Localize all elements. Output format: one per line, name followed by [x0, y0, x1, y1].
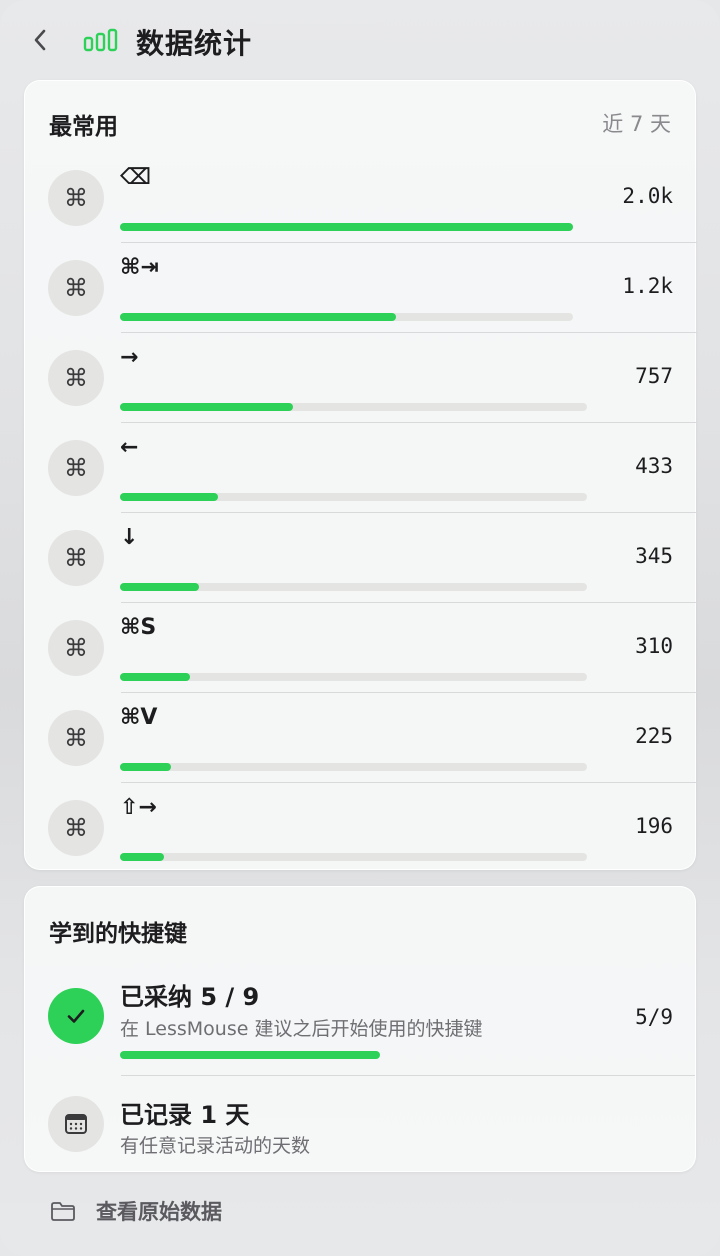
- usage-count: 1.2k: [622, 274, 673, 298]
- command-icon: ⌘: [48, 620, 104, 676]
- command-icon: ⌘: [48, 800, 104, 856]
- adopted-title: 已采纳 5 / 9: [120, 983, 260, 1011]
- adopted-count: 5/9: [635, 1005, 673, 1029]
- view-raw-data-label: 查看原始数据: [96, 1200, 222, 1224]
- shortcut-row: ⌘ ⇧→ 196: [25, 783, 697, 873]
- header: 数据统计: [0, 0, 720, 80]
- most-used-title: 最常用: [49, 114, 118, 140]
- shortcut-keys: ⇧→: [120, 795, 157, 820]
- shortcut-keys: ⌫: [120, 165, 152, 190]
- shortcut-row: ⌘ ⌘V 225: [25, 693, 697, 783]
- adopted-subtitle: 在 LessMouse 建议之后开始使用的快捷键: [120, 1018, 483, 1040]
- usage-bar: [120, 223, 573, 231]
- usage-bar: [120, 673, 587, 681]
- usage-count: 757: [635, 364, 673, 388]
- usage-bar-fill: [120, 853, 164, 861]
- usage-bar-fill: [120, 403, 293, 411]
- shortcut-row: ⌘ → 757: [25, 333, 697, 423]
- shortcut-row: ⌘ ⌘⇥ 1.2k: [25, 243, 697, 333]
- calendar-icon: [48, 1096, 104, 1152]
- usage-bar-fill: [120, 493, 218, 501]
- back-button[interactable]: [26, 24, 54, 56]
- command-icon: ⌘: [48, 710, 104, 766]
- command-icon: ⌘: [48, 440, 104, 496]
- shortcut-keys: ⌘⇥: [120, 255, 159, 280]
- usage-count: 310: [635, 634, 673, 658]
- usage-bar-fill: [120, 763, 171, 771]
- chevron-left-icon: [34, 29, 46, 51]
- usage-bar: [120, 493, 587, 501]
- most-used-card: 最常用 近 7 天 ⌘ ⌫ 2.0k ⌘ ⌘⇥ 1.2k ⌘ → 757 ⌘ ← 433 ⌘ ↓ 345 ⌘ ⌘…: [24, 80, 697, 873]
- shortcut-row: ⌘ ↓ 345: [25, 513, 697, 603]
- shortcut-keys: ←: [120, 435, 139, 460]
- learned-title: 学到的快捷键: [49, 921, 187, 947]
- usage-count: 196: [635, 814, 673, 838]
- usage-bar-fill: [120, 313, 396, 321]
- shortcut-keys: ⌘V: [120, 705, 158, 730]
- usage-bar: [120, 403, 587, 411]
- view-raw-data-link[interactable]: 查看原始数据: [50, 1195, 222, 1227]
- shortcut-keys: ⌘S: [120, 615, 157, 640]
- shortcut-keys: →: [120, 345, 139, 370]
- usage-bar: [120, 583, 587, 591]
- command-icon: ⌘: [48, 170, 104, 226]
- usage-bar: [120, 313, 573, 321]
- learned-shortcuts-card: 学到的快捷键 已采纳 5 / 9 在 LessMouse 建议之后开始使用的快捷…: [24, 886, 696, 1172]
- usage-count: 345: [635, 544, 673, 568]
- checkmark-icon: [48, 988, 104, 1044]
- folder-icon: [51, 1202, 75, 1221]
- adopted-row: 已采纳 5 / 9 在 LessMouse 建议之后开始使用的快捷键 5/9: [25, 963, 697, 1077]
- shortcut-keys: ↓: [120, 525, 139, 550]
- usage-bar: [120, 853, 587, 861]
- days-title: 已记录 1 天: [120, 1101, 250, 1129]
- command-icon: ⌘: [48, 260, 104, 316]
- command-icon: ⌘: [48, 350, 104, 406]
- command-icon: ⌘: [48, 530, 104, 586]
- adopted-progress-fill: [120, 1051, 380, 1059]
- usage-bar-fill: [120, 223, 573, 231]
- stats-window: 数据统计 最常用 近 7 天 ⌘ ⌫ 2.0k ⌘ ⌘⇥ 1.2k ⌘ → 757 ⌘ ← 433 ⌘ ↓…: [0, 0, 720, 1256]
- days-recorded-row: 已记录 1 天 有任意记录活动的天数: [25, 1083, 697, 1167]
- range-label: 近 7 天: [602, 112, 671, 136]
- shortcut-row: ⌘ ⌘S 310: [25, 603, 697, 693]
- usage-bar-fill: [120, 583, 199, 591]
- usage-count: 433: [635, 454, 673, 478]
- usage-count: 2.0k: [622, 184, 673, 208]
- bar-chart-icon: [83, 28, 118, 52]
- usage-bar: [120, 763, 587, 771]
- usage-bar-fill: [120, 673, 190, 681]
- page-title: 数据统计: [136, 27, 253, 60]
- usage-count: 225: [635, 724, 673, 748]
- adopted-progress-bar: [120, 1051, 587, 1059]
- shortcut-row: ⌘ ← 433: [25, 423, 697, 513]
- shortcut-row: ⌘ ⌫ 2.0k: [25, 153, 697, 243]
- days-subtitle: 有任意记录活动的天数: [120, 1135, 311, 1157]
- divider: [121, 1075, 695, 1076]
